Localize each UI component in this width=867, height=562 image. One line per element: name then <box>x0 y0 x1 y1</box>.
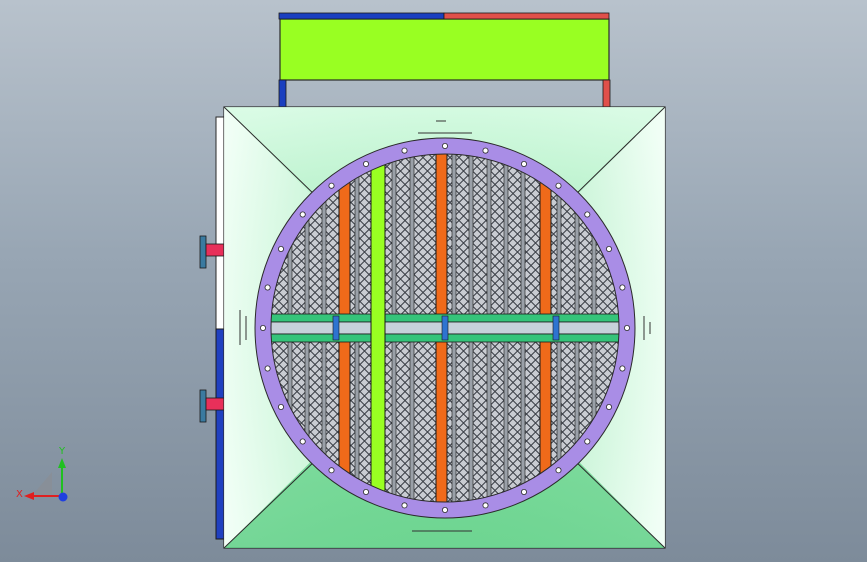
left-side-strips[interactable] <box>215 116 225 540</box>
flange-bolt <box>277 403 284 410</box>
flange-bolt <box>362 160 369 167</box>
side-strip-blue <box>215 328 225 540</box>
flange-bolt <box>277 245 284 252</box>
triad-x-label: X <box>16 489 23 500</box>
flange-bolt <box>328 467 335 474</box>
flange-bolt <box>441 506 448 513</box>
flange-bolt <box>299 211 306 218</box>
flange-bolt <box>624 324 631 331</box>
flange-bolt <box>441 142 448 149</box>
header-box[interactable] <box>279 18 610 81</box>
flange-bolt <box>619 284 626 291</box>
flange-bolt <box>521 160 528 167</box>
flange-bolt <box>264 365 271 372</box>
flange-bolt <box>401 147 408 154</box>
flange-bolt <box>299 438 306 445</box>
flange-bolt <box>584 438 591 445</box>
flange-bolt <box>521 488 528 495</box>
flange-bolt <box>555 182 562 189</box>
flange-bolt <box>606 245 613 252</box>
header-box-assembly[interactable] <box>278 12 611 109</box>
flange-bolt <box>328 182 335 189</box>
flange-bolt <box>264 284 271 291</box>
flange-bolt <box>259 324 266 331</box>
cad-viewport[interactable]: Y X <box>0 0 867 562</box>
lime-center-tube[interactable] <box>370 159 386 494</box>
header-top-pipe-red[interactable] <box>443 12 610 20</box>
flange-bolt <box>482 502 489 509</box>
flange-bolt <box>619 365 626 372</box>
heat-exchanger-core[interactable] <box>254 137 636 519</box>
flange-bolt <box>606 403 613 410</box>
flange-bolt <box>555 467 562 474</box>
flange-bolt <box>401 502 408 509</box>
triad-y-label: Y <box>58 446 66 457</box>
flange-bolt <box>482 147 489 154</box>
outlet-pipe-red[interactable] <box>602 79 611 109</box>
inlet-pipe-blue[interactable] <box>278 79 287 109</box>
flange-bolt <box>584 211 591 218</box>
center-divider[interactable] <box>267 313 623 343</box>
triad-z-axis <box>58 492 68 502</box>
header-top-pipe-blue[interactable] <box>278 12 445 20</box>
side-strip-white <box>215 116 225 330</box>
flange-bolt <box>362 488 369 495</box>
orientation-triad[interactable]: Y X <box>16 446 68 502</box>
